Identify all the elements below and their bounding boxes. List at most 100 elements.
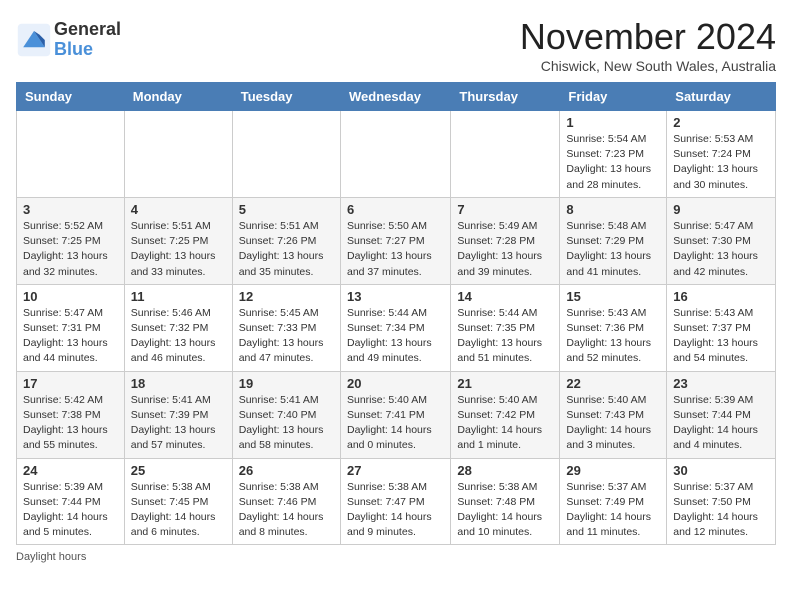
calendar-day-cell: 29Sunrise: 5:37 AM Sunset: 7:49 PM Dayli… bbox=[560, 458, 667, 545]
daylight-label: Daylight hours bbox=[16, 551, 86, 563]
day-number: 1 bbox=[566, 115, 660, 130]
day-info: Sunrise: 5:45 AM Sunset: 7:33 PM Dayligh… bbox=[239, 306, 334, 367]
calendar-day-header: Sunday bbox=[17, 83, 125, 111]
calendar-day-cell: 24 Sunrise: 5:39 AM Sunset: 7:44 PM Dayli… bbox=[17, 458, 125, 545]
day-info: Sunrise: 5:37 AM Sunset: 7:50 PM Dayligh… bbox=[673, 480, 769, 541]
calendar-day-cell: 13 Sunrise: 5:44 AM Sunset: 7:34 PM Dayli… bbox=[340, 284, 450, 371]
calendar-day-cell bbox=[340, 111, 450, 198]
day-info: Sunrise: 5:44 AM Sunset: 7:35 PM Dayligh… bbox=[457, 306, 553, 367]
calendar-day-cell: 3 Sunrise: 5:52 AM Sunset: 7:25 PM Daylig… bbox=[17, 197, 125, 284]
day-info: Sunrise: 5:38 AM Sunset: 7:47 PM Dayligh… bbox=[347, 480, 444, 541]
calendar-day-cell: 23Sunrise: 5:39 AM Sunset: 7:44 PM Dayli… bbox=[667, 371, 776, 458]
calendar-week-row: 10Sunrise: 5:47 AM Sunset: 7:31 PM Dayli… bbox=[17, 284, 776, 371]
day-number: 9 bbox=[673, 202, 769, 217]
day-info: Sunrise: 5:51 AM Sunset: 7:26 PM Dayligh… bbox=[239, 219, 334, 280]
calendar-day-cell: 8 Sunrise: 5:48 AM Sunset: 7:29 PM Daylig… bbox=[560, 197, 667, 284]
day-number: 30 bbox=[673, 463, 769, 478]
day-info: Sunrise: 5:52 AM Sunset: 7:25 PM Dayligh… bbox=[23, 219, 118, 280]
day-number: 28 bbox=[457, 463, 553, 478]
calendar-day-cell: 19 Sunrise: 5:41 AM Sunset: 7:40 PM Dayli… bbox=[232, 371, 340, 458]
calendar-day-cell: 21 Sunrise: 5:40 AM Sunset: 7:42 PM Dayli… bbox=[451, 371, 560, 458]
location: Chiswick, New South Wales, Australia bbox=[520, 58, 776, 74]
day-number: 2 bbox=[673, 115, 769, 130]
logo-text: General Blue bbox=[54, 20, 121, 60]
calendar-day-header: Thursday bbox=[451, 83, 560, 111]
calendar-header-row: SundayMondayTuesdayWednesdayThursdayFrid… bbox=[17, 83, 776, 111]
calendar-day-cell bbox=[232, 111, 340, 198]
calendar-day-cell: 14 Sunrise: 5:44 AM Sunset: 7:35 PM Dayli… bbox=[451, 284, 560, 371]
day-info: Sunrise: 5:41 AM Sunset: 7:39 PM Dayligh… bbox=[131, 393, 226, 454]
day-info: Sunrise: 5:51 AM Sunset: 7:25 PM Dayligh… bbox=[131, 219, 226, 280]
day-info: Sunrise: 5:39 AM Sunset: 7:44 PM Dayligh… bbox=[23, 480, 118, 541]
calendar-day-cell: 18Sunrise: 5:41 AM Sunset: 7:39 PM Dayli… bbox=[124, 371, 232, 458]
day-info: Sunrise: 5:40 AM Sunset: 7:42 PM Dayligh… bbox=[457, 393, 553, 454]
calendar-day-header: Wednesday bbox=[340, 83, 450, 111]
day-info: Sunrise: 5:41 AM Sunset: 7:40 PM Dayligh… bbox=[239, 393, 334, 454]
day-number: 8 bbox=[566, 202, 660, 217]
day-number: 11 bbox=[131, 289, 226, 304]
day-number: 16 bbox=[673, 289, 769, 304]
calendar-day-cell: 22 Sunrise: 5:40 AM Sunset: 7:43 PM Dayli… bbox=[560, 371, 667, 458]
day-info: Sunrise: 5:44 AM Sunset: 7:34 PM Dayligh… bbox=[347, 306, 444, 367]
calendar-day-cell: 20Sunrise: 5:40 AM Sunset: 7:41 PM Dayli… bbox=[340, 371, 450, 458]
logo-blue: Blue bbox=[54, 40, 121, 60]
title-block: November 2024 Chiswick, New South Wales,… bbox=[520, 16, 776, 74]
calendar-week-row: 1 Sunrise: 5:54 AM Sunset: 7:23 PM Daylig… bbox=[17, 111, 776, 198]
calendar-day-cell: 10Sunrise: 5:47 AM Sunset: 7:31 PM Dayli… bbox=[17, 284, 125, 371]
calendar-day-cell: 16 Sunrise: 5:43 AM Sunset: 7:37 PM Dayli… bbox=[667, 284, 776, 371]
calendar-day-cell: 9 Sunrise: 5:47 AM Sunset: 7:30 PM Daylig… bbox=[667, 197, 776, 284]
day-info: Sunrise: 5:42 AM Sunset: 7:38 PM Dayligh… bbox=[23, 393, 118, 454]
calendar-day-cell: 6Sunrise: 5:50 AM Sunset: 7:27 PM Daylig… bbox=[340, 197, 450, 284]
calendar-day-cell: 5Sunrise: 5:51 AM Sunset: 7:26 PM Daylig… bbox=[232, 197, 340, 284]
calendar-day-cell: 15Sunrise: 5:43 AM Sunset: 7:36 PM Dayli… bbox=[560, 284, 667, 371]
page-header: General Blue November 2024 Chiswick, New… bbox=[16, 16, 776, 74]
day-number: 3 bbox=[23, 202, 118, 217]
calendar-week-row: 24 Sunrise: 5:39 AM Sunset: 7:44 PM Dayli… bbox=[17, 458, 776, 545]
day-number: 10 bbox=[23, 289, 118, 304]
day-number: 26 bbox=[239, 463, 334, 478]
day-number: 13 bbox=[347, 289, 444, 304]
day-info: Sunrise: 5:48 AM Sunset: 7:29 PM Dayligh… bbox=[566, 219, 660, 280]
day-info: Sunrise: 5:49 AM Sunset: 7:28 PM Dayligh… bbox=[457, 219, 553, 280]
day-number: 24 bbox=[23, 463, 118, 478]
calendar-day-cell: 11 Sunrise: 5:46 AM Sunset: 7:32 PM Dayli… bbox=[124, 284, 232, 371]
day-info: Sunrise: 5:54 AM Sunset: 7:23 PM Dayligh… bbox=[566, 132, 660, 193]
day-number: 17 bbox=[23, 376, 118, 391]
calendar-table: SundayMondayTuesdayWednesdayThursdayFrid… bbox=[16, 82, 776, 545]
calendar-day-cell: 17 Sunrise: 5:42 AM Sunset: 7:38 PM Dayli… bbox=[17, 371, 125, 458]
day-info: Sunrise: 5:39 AM Sunset: 7:44 PM Dayligh… bbox=[673, 393, 769, 454]
day-number: 21 bbox=[457, 376, 553, 391]
calendar-day-header: Friday bbox=[560, 83, 667, 111]
calendar-day-cell: 30 Sunrise: 5:37 AM Sunset: 7:50 PM Dayli… bbox=[667, 458, 776, 545]
day-number: 22 bbox=[566, 376, 660, 391]
calendar-day-cell bbox=[451, 111, 560, 198]
day-info: Sunrise: 5:38 AM Sunset: 7:48 PM Dayligh… bbox=[457, 480, 553, 541]
day-number: 4 bbox=[131, 202, 226, 217]
day-number: 7 bbox=[457, 202, 553, 217]
day-info: Sunrise: 5:38 AM Sunset: 7:45 PM Dayligh… bbox=[131, 480, 226, 541]
day-info: Sunrise: 5:38 AM Sunset: 7:46 PM Dayligh… bbox=[239, 480, 334, 541]
calendar-week-row: 17 Sunrise: 5:42 AM Sunset: 7:38 PM Dayli… bbox=[17, 371, 776, 458]
calendar-day-cell: 27Sunrise: 5:38 AM Sunset: 7:47 PM Dayli… bbox=[340, 458, 450, 545]
day-info: Sunrise: 5:43 AM Sunset: 7:37 PM Dayligh… bbox=[673, 306, 769, 367]
calendar-day-cell: 7 Sunrise: 5:49 AM Sunset: 7:28 PM Daylig… bbox=[451, 197, 560, 284]
calendar-day-cell bbox=[124, 111, 232, 198]
day-number: 19 bbox=[239, 376, 334, 391]
calendar-day-cell: 1 Sunrise: 5:54 AM Sunset: 7:23 PM Daylig… bbox=[560, 111, 667, 198]
calendar-day-cell: 26 Sunrise: 5:38 AM Sunset: 7:46 PM Dayli… bbox=[232, 458, 340, 545]
day-info: Sunrise: 5:43 AM Sunset: 7:36 PM Dayligh… bbox=[566, 306, 660, 367]
day-info: Sunrise: 5:46 AM Sunset: 7:32 PM Dayligh… bbox=[131, 306, 226, 367]
logo: General Blue bbox=[16, 20, 121, 60]
day-number: 14 bbox=[457, 289, 553, 304]
day-info: Sunrise: 5:47 AM Sunset: 7:30 PM Dayligh… bbox=[673, 219, 769, 280]
footer-note: Daylight hours bbox=[16, 551, 776, 563]
day-info: Sunrise: 5:40 AM Sunset: 7:43 PM Dayligh… bbox=[566, 393, 660, 454]
calendar-day-cell: 28 Sunrise: 5:38 AM Sunset: 7:48 PM Dayli… bbox=[451, 458, 560, 545]
calendar-day-cell: 12Sunrise: 5:45 AM Sunset: 7:33 PM Dayli… bbox=[232, 284, 340, 371]
calendar-day-cell: 25Sunrise: 5:38 AM Sunset: 7:45 PM Dayli… bbox=[124, 458, 232, 545]
calendar-day-header: Monday bbox=[124, 83, 232, 111]
calendar-day-header: Saturday bbox=[667, 83, 776, 111]
day-info: Sunrise: 5:37 AM Sunset: 7:49 PM Dayligh… bbox=[566, 480, 660, 541]
calendar-day-cell: 2Sunrise: 5:53 AM Sunset: 7:24 PM Daylig… bbox=[667, 111, 776, 198]
calendar-day-header: Tuesday bbox=[232, 83, 340, 111]
